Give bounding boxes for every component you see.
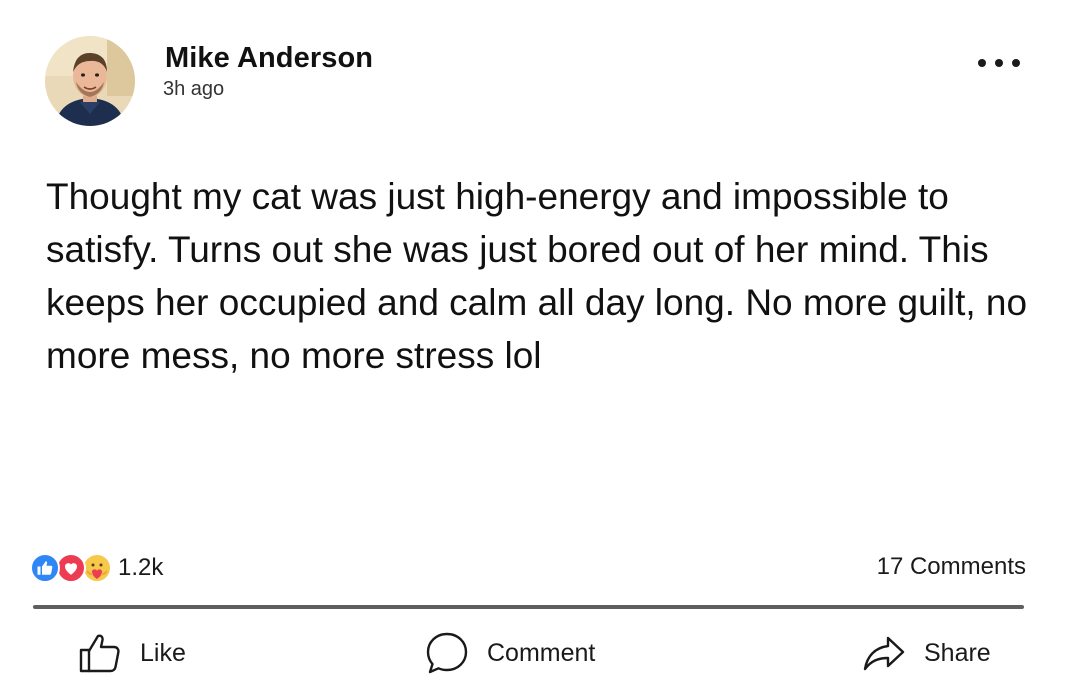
- avatar-photo: [45, 36, 135, 126]
- post-text: Thought my cat was just high-energy and …: [46, 176, 1028, 376]
- share-button-label: Share: [924, 638, 991, 667]
- post-timestamp[interactable]: 3h ago: [163, 78, 224, 101]
- comment-button[interactable]: Comment: [425, 625, 595, 681]
- share-arrow-icon: [863, 636, 905, 671]
- care-reaction-icon: [82, 553, 112, 583]
- comments-count-link[interactable]: 17 Comments: [877, 553, 1026, 581]
- reactions-summary[interactable]: 1.2k: [30, 551, 163, 585]
- comment-bubble-icon: [426, 632, 468, 674]
- more-dot-icon: [978, 59, 986, 67]
- author-avatar[interactable]: [45, 36, 135, 126]
- love-reaction-icon: [56, 553, 86, 583]
- like-button-label: Like: [140, 638, 186, 667]
- thumbs-up-icon: [79, 634, 120, 673]
- divider: [33, 605, 1024, 609]
- reaction-count: 1.2k: [118, 554, 164, 581]
- share-button[interactable]: Share: [862, 625, 991, 681]
- more-dot-icon: [995, 59, 1003, 67]
- comment-button-label: Comment: [487, 638, 596, 667]
- author-name[interactable]: Mike Anderson: [165, 42, 373, 75]
- like-reaction-icon: [30, 553, 60, 583]
- more-options-button[interactable]: [976, 50, 1022, 76]
- like-button[interactable]: Like: [78, 625, 186, 681]
- more-dot-icon: [1012, 59, 1020, 67]
